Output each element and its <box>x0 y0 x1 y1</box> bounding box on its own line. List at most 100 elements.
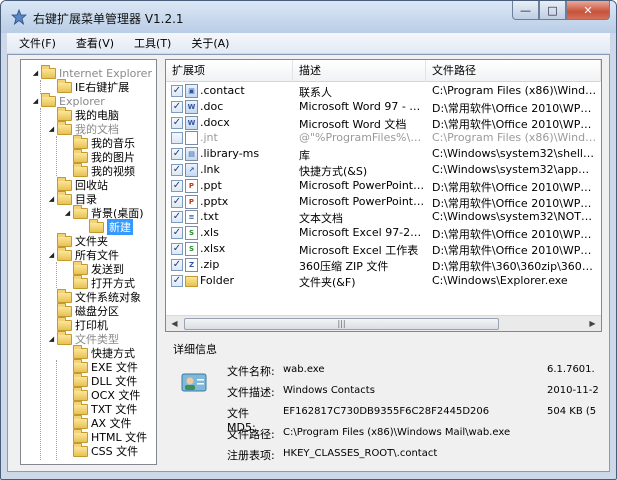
menu-view[interactable]: 查看(V) <box>70 35 120 51</box>
tree-item[interactable]: IE右键扩展 <box>47 78 130 94</box>
row-checkbox[interactable]: ✓ <box>171 100 183 113</box>
tree-item[interactable]: ◢ 目录 <box>47 190 97 206</box>
tree-item[interactable]: 我的音乐 <box>63 134 135 150</box>
tree-item[interactable]: AX 文件 <box>63 414 132 430</box>
tree-guide-line <box>56 360 57 460</box>
list-row[interactable]: ✓ ↗ .lnk 快捷方式(&S) C:\Windows\system32\appwiz… <box>166 162 601 178</box>
row-checkbox[interactable]: ✓ <box>171 227 183 240</box>
tree-item[interactable]: HTML 文件 <box>63 428 147 444</box>
cell-description: @"%ProgramFiles%\Win... <box>299 131 425 145</box>
tree-item[interactable]: ◢ Internet Explorer <box>31 64 152 80</box>
folder-icon <box>73 204 88 219</box>
menu-about[interactable]: 关于(A) <box>185 35 235 51</box>
horizontal-scrollbar[interactable]: ◀ ||| ▶ <box>166 315 601 331</box>
cell-path: C:\Windows\Explorer.exe <box>432 273 568 287</box>
tree-item[interactable]: 我的电脑 <box>47 106 119 122</box>
list-row[interactable]: ✓ W .docx Microsoft Word 文档 D:\常用软件\Office 2… <box>166 115 601 131</box>
list-row[interactable]: ✓ ▣ .contact 联系人 C:\Program Files (x86)\Wind… <box>166 83 601 99</box>
tree-item[interactable]: 我的视频 <box>63 162 135 178</box>
scroll-thumb[interactable]: ||| <box>184 318 499 330</box>
row-checkbox[interactable]: ✓ <box>171 164 183 176</box>
tree-item[interactable]: 我的图片 <box>63 148 135 164</box>
title-bar[interactable]: 右键扩展菜单管理器 V1.2.1 — □ ✕ <box>1 1 616 33</box>
list-row[interactable]: ✓W.doc Microsoft Word 97 - 2003... D:\常用软件… <box>166 99 601 115</box>
row-checkbox[interactable] <box>171 132 183 145</box>
expand-toggle-icon[interactable]: ◢ <box>47 195 56 203</box>
scroll-right-icon[interactable]: ▶ <box>584 316 601 331</box>
tree-item[interactable]: ◢ 所有文件 <box>47 246 119 262</box>
list-row[interactable]: ✓≡.txt 文本文档 C:\Windows\system32\NOTEPAD.EX… <box>166 209 601 225</box>
maximize-button[interactable]: □ <box>539 1 566 20</box>
row-checkbox[interactable]: ✓ <box>171 85 183 97</box>
row-checkbox[interactable]: ✓ <box>171 211 183 224</box>
tree-item[interactable]: 发送到 <box>63 260 124 276</box>
cell-extension: .jnt <box>200 131 218 145</box>
row-checkbox[interactable]: ✓ <box>171 243 183 255</box>
menu-tools[interactable]: 工具(T) <box>128 35 177 51</box>
column-header-path[interactable]: 文件路径 <box>426 60 601 82</box>
tree-item[interactable]: 打开方式 <box>63 274 135 290</box>
list-row[interactable]: ✓ S .xlsx Microsoft Excel 工作表 D:\常用软件\Office… <box>166 241 601 257</box>
folder-icon <box>57 330 72 345</box>
tree-item[interactable]: ◢ 文件类型 <box>47 330 119 346</box>
minimize-button[interactable]: — <box>512 1 539 20</box>
row-checkbox[interactable]: ✓ <box>171 195 183 208</box>
tree-item[interactable]: 文件夹 <box>47 232 108 248</box>
row-checkbox[interactable]: ✓ <box>171 274 183 287</box>
menu-file[interactable]: 文件(F) <box>13 35 62 51</box>
tree-item[interactable]: ◢ 背景(桌面) <box>63 204 144 220</box>
list-row[interactable]: ✓ Z .zip 360压缩 ZIP 文件 D:\常用软件\360\360zip\360… <box>166 257 601 273</box>
tree-item[interactable]: CSS 文件 <box>63 442 138 458</box>
tree-item[interactable]: ◢ Explorer <box>31 92 105 108</box>
scroll-left-icon[interactable]: ◀ <box>166 316 183 331</box>
extension-list[interactable]: 扩展项 描述 文件路径 ✓ ▣ .contact 联系人 C:\Program File… <box>165 59 602 332</box>
column-header-description[interactable]: 描述 <box>293 60 426 82</box>
cell-path: D:\常用软件\360\360zip\360zip.exe <box>432 259 597 273</box>
row-checkbox[interactable]: ✓ <box>171 179 183 192</box>
list-row[interactable]: ✓ ▤ .library-ms 库 C:\Windows\system32\shell3… <box>166 146 601 162</box>
expand-toggle-icon[interactable]: ◢ <box>47 125 56 133</box>
tree-guide-line <box>56 136 57 176</box>
detail-extra: 6.1.7601. <box>547 364 595 375</box>
tree-item[interactable]: DLL 文件 <box>63 372 137 388</box>
shortcut-icon: ↗ <box>185 163 198 177</box>
row-checkbox[interactable]: ✓ <box>171 148 183 161</box>
folder-icon <box>57 288 72 303</box>
expand-toggle-icon[interactable]: ◢ <box>31 97 40 105</box>
folder-icon <box>73 386 88 401</box>
tree-item[interactable]: 新建 <box>79 218 133 235</box>
tree-guide-line <box>56 262 57 288</box>
tree-item[interactable]: ◢ 我的文档 <box>47 120 119 136</box>
expand-toggle-icon[interactable]: ◢ <box>47 251 56 259</box>
column-header-extension[interactable]: 扩展项 <box>166 60 293 82</box>
cell-path: D:\常用软件\Office 2010\WPS Offi... <box>432 101 597 115</box>
cell-path: C:\Windows\system32\NOTEPAD.EXE <box>432 210 597 224</box>
expand-toggle-icon[interactable]: ◢ <box>31 69 40 77</box>
expand-toggle-icon[interactable]: ◢ <box>63 209 72 217</box>
list-row[interactable]: ✓P.ppt Microsoft PowerPoint 97-... D:\常用软件… <box>166 178 601 194</box>
tree-item[interactable]: 磁盘分区 <box>47 302 119 318</box>
category-tree[interactable]: ◢ Internet Explorer IE右键扩展 ◢ Explorer 我的电脑 ◢ 我的… <box>20 59 157 465</box>
list-row[interactable]: ✓P.pptx Microsoft PowerPoint 200... D:\常用软… <box>166 194 601 210</box>
folder-icon <box>185 275 198 287</box>
tree-item[interactable]: TXT 文件 <box>63 400 137 416</box>
close-button[interactable]: ✕ <box>566 1 610 20</box>
expand-toggle-icon[interactable]: ◢ <box>47 335 56 343</box>
tree-item-label: Explorer <box>59 94 105 108</box>
detail-label: 文件名称: <box>227 365 275 378</box>
list-row[interactable]: ✓S.xls Microsoft Excel 97-2003 ... D:\常用软件… <box>166 225 601 241</box>
tree-item[interactable]: 打印机 <box>47 316 108 332</box>
tree-item-label: IE右键扩展 <box>75 81 130 94</box>
row-checkbox[interactable]: ✓ <box>171 258 183 271</box>
tree-item[interactable]: EXE 文件 <box>63 358 138 374</box>
tree-item[interactable]: OCX 文件 <box>63 386 140 402</box>
tree-item[interactable]: 文件系统对象 <box>47 288 141 304</box>
list-row[interactable]: ✓ Folder 文件夹(&F) C:\Windows\Explorer.exe <box>166 273 601 289</box>
row-checkbox[interactable]: ✓ <box>171 116 183 129</box>
tree-item[interactable]: 快捷方式 <box>63 344 135 360</box>
tree-item[interactable]: 回收站 <box>47 176 108 192</box>
library-icon: ▤ <box>185 147 198 162</box>
cell-description: 库 <box>299 149 310 163</box>
list-row[interactable]: .jnt @"%ProgramFiles%\Win... C:\Program Fi… <box>166 130 601 146</box>
cell-path: D:\常用软件\Office 2010\WPS Offi... <box>432 244 597 257</box>
